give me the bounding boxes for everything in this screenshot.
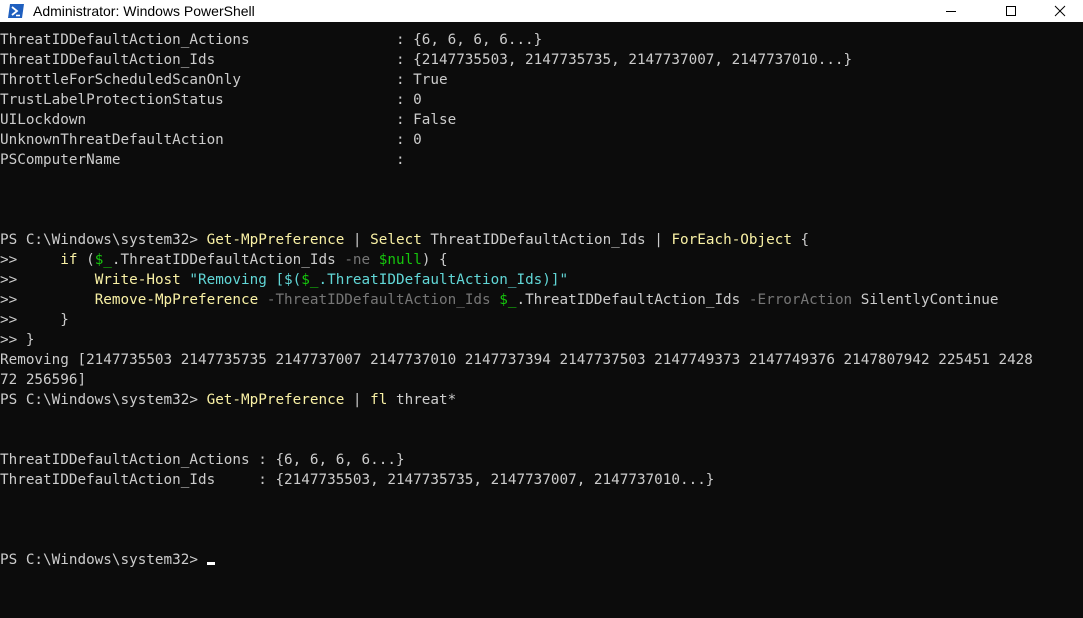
minimize-icon: [945, 5, 957, 17]
close-button[interactable]: [1037, 0, 1083, 22]
console-line: 72 256596]: [0, 370, 1083, 390]
console-text: $_: [301, 272, 319, 288]
console-text: SilentlyContinue: [852, 292, 999, 308]
console-line: ThrottleForScheduledScanOnly : True: [0, 70, 1083, 90]
console-text: >>: [0, 272, 95, 288]
console-text: $_: [94, 252, 112, 268]
powershell-window: Administrator: Windows PowerShell Threat…: [0, 0, 1083, 618]
console-line: PSComputerName :: [0, 150, 1083, 170]
console-line: >> }: [0, 310, 1083, 330]
title-bar[interactable]: Administrator: Windows PowerShell: [0, 0, 1083, 22]
console-line: ThreatIDDefaultAction_Actions : {6, 6, 6…: [0, 30, 1083, 50]
console-text: $null: [378, 252, 422, 268]
console-text: PS C:\Windows\system32>: [0, 392, 207, 408]
console-line: PS C:\Windows\system32> Get-MpPreference…: [0, 230, 1083, 250]
console-text: >> }: [0, 332, 35, 348]
console-text: Get-MpPreference: [206, 392, 345, 408]
console-text: |: [344, 232, 371, 248]
console-text: ThreatIDDefaultAction_Actions : {6, 6, 6…: [0, 32, 543, 48]
console-line: >> Remove-MpPreference -ThreatIDDefaultA…: [0, 290, 1083, 310]
console-text: if: [60, 252, 78, 268]
console-line: PS C:\Windows\system32>: [0, 550, 1083, 570]
console-text: -ErrorAction: [748, 292, 853, 308]
console-line: UnknownThreatDefaultAction : 0: [0, 130, 1083, 150]
console-text: threat*: [387, 392, 457, 408]
console-text: PS C:\Windows\system32>: [0, 552, 207, 568]
console-text: TrustLabelProtectionStatus : 0: [0, 92, 422, 108]
console-text: PS C:\Windows\system32>: [0, 232, 207, 248]
console-line: ThreatIDDefaultAction_Ids : {2147735503,…: [0, 470, 1083, 490]
console-text: .ThreatIDDefaultAction_Ids)]": [318, 272, 569, 288]
console-text: ThreatIDDefaultAction_Ids : {2147735503,…: [0, 472, 715, 488]
console-text: .ThreatIDDefaultAction_Ids: [516, 292, 749, 308]
console-line: PS C:\Windows\system32> Get-MpPreference…: [0, 390, 1083, 410]
console-text: >>: [0, 292, 95, 308]
console-text: "Removing [$(: [189, 272, 302, 288]
console-text: .ThreatIDDefaultAction_Ids: [111, 252, 345, 268]
console-line: >> }: [0, 330, 1083, 350]
console-text: >>: [0, 252, 61, 268]
console-text: {: [791, 232, 810, 248]
minimize-button[interactable]: [928, 0, 974, 22]
console-text: -ThreatIDDefaultAction_Ids: [266, 292, 491, 308]
console-line: >> if ($_.ThreatIDDefaultAction_Ids -ne …: [0, 250, 1083, 270]
console-text: ThrottleForScheduledScanOnly : True: [0, 72, 448, 88]
console-text: UnknownThreatDefaultAction : 0: [0, 132, 422, 148]
console-text: >> }: [0, 312, 69, 328]
console-text: PSComputerName :: [0, 152, 405, 168]
maximize-button[interactable]: [988, 0, 1034, 22]
console-line: ThreatIDDefaultAction_Ids : {2147735503,…: [0, 50, 1083, 70]
console-text: $_: [499, 292, 517, 308]
console-text: ThreatIDDefaultAction_Ids |: [421, 232, 672, 248]
console-text: UILockdown : False: [0, 112, 457, 128]
console-text: -ne: [344, 252, 371, 268]
console-line: ThreatIDDefaultAction_Actions : {6, 6, 6…: [0, 450, 1083, 470]
powershell-icon: [7, 3, 25, 19]
text-cursor: [206, 562, 215, 565]
console-text: Get-MpPreference: [206, 232, 345, 248]
console-line: >> Write-Host "Removing [$($_.ThreatIDDe…: [0, 270, 1083, 290]
console-text: |: [344, 392, 371, 408]
console-text: 72 256596]: [0, 372, 87, 388]
console-output[interactable]: ThreatIDDefaultAction_Actions : {6, 6, 6…: [0, 30, 1083, 618]
console-line: UILockdown : False: [0, 110, 1083, 130]
console-text: fl: [370, 392, 388, 408]
console-line: Removing [2147735503 2147735735 21477370…: [0, 350, 1083, 370]
console-text: (: [77, 252, 95, 268]
console-text: ThreatIDDefaultAction_Ids : {2147735503,…: [0, 52, 853, 68]
console-text: ForEach-Object: [671, 232, 792, 248]
console-text: Write-Host: [94, 272, 181, 288]
console-text: ) {: [421, 252, 448, 268]
window-title: Administrator: Windows PowerShell: [33, 3, 255, 19]
console-text: Remove-MpPreference: [94, 292, 259, 308]
console-text: Select: [370, 232, 422, 248]
close-icon: [1054, 5, 1066, 17]
console-text: ThreatIDDefaultAction_Actions : {6, 6, 6…: [0, 452, 405, 468]
maximize-icon: [1005, 5, 1017, 17]
console-text: Removing [2147735503 2147735735 21477370…: [0, 352, 1033, 368]
console-line: TrustLabelProtectionStatus : 0: [0, 90, 1083, 110]
